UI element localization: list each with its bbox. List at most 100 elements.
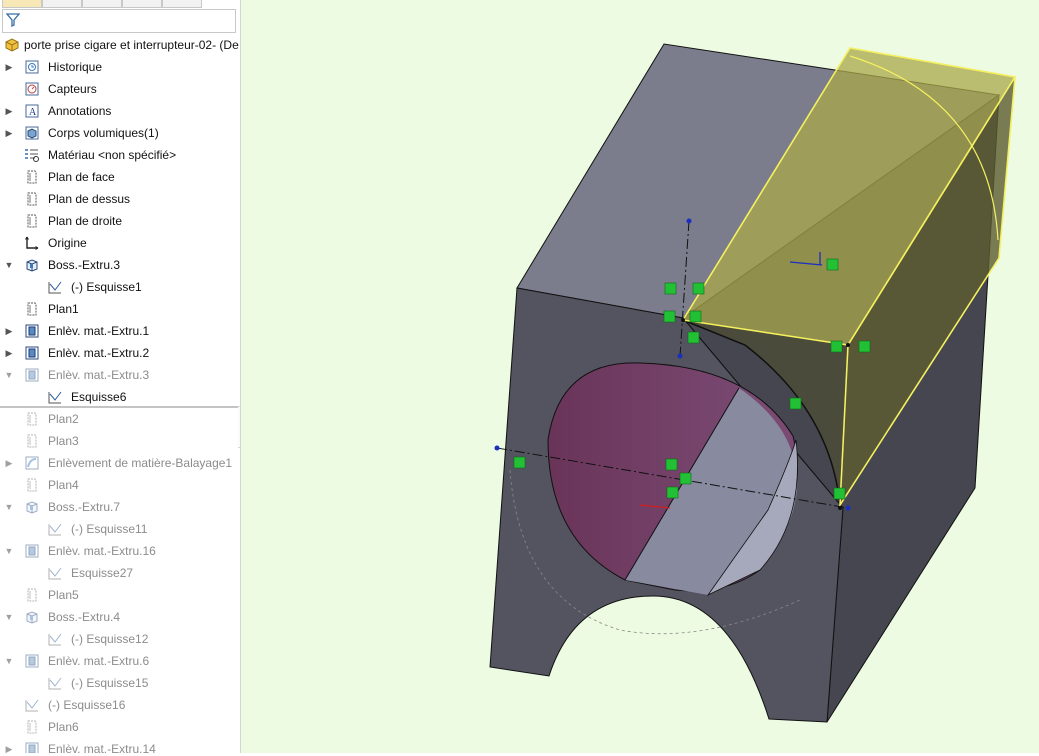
boss-extrude-icon [26,501,38,514]
tree-item-label: Esquisse27 [71,566,134,580]
tree-item[interactable]: ▼ Enlèv. mat.-Extru.16 [0,540,240,562]
cut-extrude-icon [25,544,39,558]
tree-item-label: Corps volumiques(1) [48,126,159,140]
sketch-point[interactable] [686,218,692,224]
history-icon [25,60,39,74]
tree-item[interactable]: Plan4 [0,474,240,496]
tree-item-label: (-) Esquisse12 [71,632,149,646]
tree-item[interactable]: ▶ Enlèv. mat.-Extru.14 [0,738,240,753]
tree-item[interactable]: (-) Esquisse12 [0,628,240,650]
tree-item[interactable]: (-) Esquisse16 [0,694,240,716]
tree-item[interactable]: (-) Esquisse11 [0,518,240,540]
feature-manager-panel: porte prise cigare et interrupteur-02- (… [0,0,241,753]
tree-item[interactable]: ▶ Enlèv. mat.-Extru.1 [0,320,240,342]
relation-marker-icon[interactable] [687,331,700,344]
filter-icon[interactable] [6,13,20,27]
tree-item[interactable]: Matériau <non spécifié> [0,144,240,166]
tree-item-label: Plan5 [48,588,79,602]
tree-item[interactable]: ▶ Historique [0,56,240,78]
collapse-arrow-icon[interactable]: ▼ [4,606,14,628]
sketch-point[interactable] [845,505,851,511]
collapse-arrow-icon[interactable]: ▼ [4,364,14,386]
relation-marker-icon[interactable] [833,487,846,500]
expand-arrow-icon[interactable]: ▶ [4,452,14,474]
tree-item[interactable]: Esquisse6 [0,386,240,408]
tree-item-label: (-) Esquisse16 [48,698,126,712]
tree-item[interactable]: ▼ Boss.-Extru.4 [0,606,240,628]
tree-item-label: Boss.-Extru.3 [48,258,121,272]
tree-item[interactable]: (-) Esquisse15 [0,672,240,694]
tab-dimxpert-manager[interactable] [122,0,162,8]
tree-item[interactable]: ▼ Enlèv. mat.-Extru.3 [0,364,240,386]
tree-item-label: Plan2 [48,412,79,426]
tree-root-label: porte prise cigare et interrupteur-02- (… [24,38,239,52]
sketch-point[interactable] [677,353,683,359]
tree-item-label: Historique [48,60,103,74]
collapse-arrow-icon[interactable]: ▼ [4,650,14,672]
sketch-point[interactable] [494,445,500,451]
tree-item[interactable]: Plan5 [0,584,240,606]
graphics-viewport[interactable] [241,0,1039,753]
tree-item-label: Esquisse6 [71,390,127,404]
tab-feature-manager[interactable] [2,0,42,8]
tree-item-label: Origine [48,236,87,250]
filter-bar[interactable] [2,9,236,33]
tree-item-label: Plan1 [48,302,79,316]
tree-item[interactable]: Plan6 [0,716,240,738]
relation-marker-icon[interactable] [513,456,526,469]
relation-marker-icon[interactable] [689,310,702,323]
plane-icon [27,214,37,228]
relation-marker-icon[interactable] [858,340,871,353]
tree-item-label: Enlèvement de matière-Balayage1 [48,456,233,470]
relation-marker-icon[interactable] [666,486,679,499]
boss-extrude-icon [26,259,38,272]
relation-marker-icon[interactable] [692,282,705,295]
tree-item[interactable]: Origine [0,232,240,254]
tree-item-label: (-) Esquisse1 [71,280,142,294]
tree-item[interactable]: Plan2 [0,408,240,430]
sketch-vertex [838,506,842,510]
expand-arrow-icon[interactable]: ▶ [4,100,14,122]
tree-item[interactable]: ▶ Enlèv. mat.-Extru.2 [0,342,240,364]
tree-item[interactable]: Plan de droite [0,210,240,232]
tree-item[interactable]: ▼ Enlèv. mat.-Extru.6 [0,650,240,672]
relation-marker-icon[interactable] [789,397,802,410]
relation-marker-icon[interactable] [826,258,839,271]
tree-item-label: (-) Esquisse11 [71,522,148,536]
collapse-arrow-icon[interactable]: ▼ [4,496,14,518]
tab-display-manager[interactable] [162,0,202,8]
tree-item[interactable]: ▼ Boss.-Extru.3 [0,254,240,276]
expand-arrow-icon[interactable]: ▶ [4,738,14,753]
relation-marker-icon[interactable] [663,310,676,323]
tree-root-part[interactable]: porte prise cigare et interrupteur-02- (… [0,34,240,56]
expand-arrow-icon[interactable]: ▶ [4,342,14,364]
tree-item[interactable]: ▶ A Annotations [0,100,240,122]
expand-arrow-icon[interactable]: ▶ [4,320,14,342]
boss-extrude-icon [26,611,38,624]
expand-arrow-icon[interactable]: ▶ [4,122,14,144]
tab-property-manager[interactable] [42,0,82,8]
tree-item-label: Enlèv. mat.-Extru.1 [48,324,150,338]
tree-item[interactable]: Plan de face [0,166,240,188]
tree-item-label: Matériau <non spécifié> [48,148,177,162]
tab-configuration-manager[interactable] [82,0,122,8]
tree-item[interactable]: Plan de dessus [0,188,240,210]
collapse-arrow-icon[interactable]: ▼ [4,540,14,562]
tree-item[interactable]: Capteurs [0,78,240,100]
relation-marker-icon[interactable] [830,340,843,353]
relation-marker-icon[interactable] [665,458,678,471]
tree-item[interactable]: Plan3 [0,430,240,452]
tree-item[interactable]: ▶ Enlèvement de matière-Balayage1 [0,452,240,474]
tree-item[interactable]: ▼ Boss.-Extru.7 [0,496,240,518]
tree-item[interactable]: Esquisse27 [0,562,240,584]
tree-item[interactable]: ▶ Corps volumiques(1) [0,122,240,144]
cut-extrude-icon [25,324,39,338]
expand-arrow-icon[interactable]: ▶ [4,56,14,78]
relation-marker-icon[interactable] [664,282,677,295]
collapse-arrow-icon[interactable]: ▼ [4,254,14,276]
model-3d-view[interactable] [241,0,1039,753]
tree-item[interactable]: Plan1 [0,298,240,320]
tree-item[interactable]: (-) Esquisse1 [0,276,240,298]
relation-marker-icon[interactable] [679,472,692,485]
tree-item-label: Annotations [48,104,112,118]
